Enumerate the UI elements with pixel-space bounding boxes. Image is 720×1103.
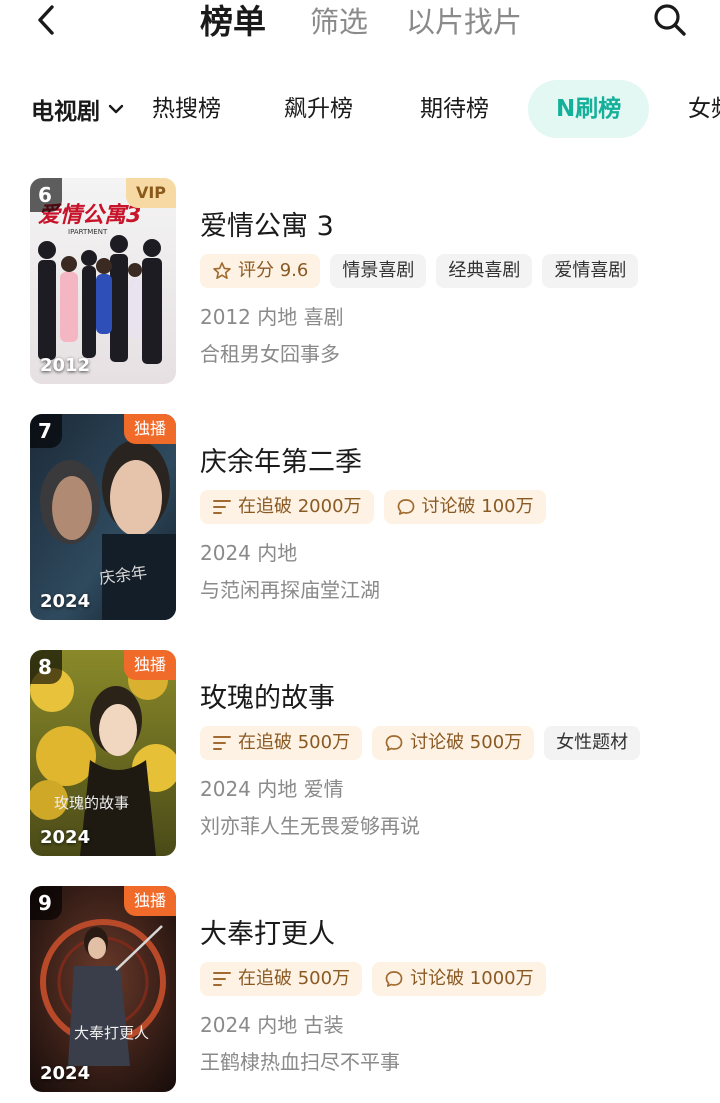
item-description: 合租男女囧事多: [200, 342, 340, 366]
rank-number: 9: [30, 886, 62, 920]
svg-text:IPARTMENT: IPARTMENT: [68, 228, 108, 236]
item-meta: 2024 内地: [200, 541, 298, 565]
list-icon: [212, 498, 232, 516]
tag-row: 在追破 500万 讨论破 1000万: [200, 962, 546, 996]
category-dropdown[interactable]: 电视剧: [31, 80, 124, 138]
rating-tag: 评分 9.6: [200, 254, 321, 288]
discussion-tag: 讨论破 1000万: [372, 962, 546, 996]
exclusive-badge: 独播: [123, 650, 176, 680]
svg-text:大奉打更人: 大奉打更人: [74, 1024, 149, 1042]
list-item[interactable]: 大奉打更人 9 独播 2024 大奉打更人 在追破 500万 讨论破 1000万…: [0, 886, 720, 1103]
tag-row: 在追破 2000万 讨论破 100万: [200, 490, 546, 524]
star-icon: [212, 261, 232, 281]
rank-number: 6: [30, 178, 62, 212]
item-title: 大奉打更人: [200, 919, 335, 950]
exclusive-badge: 独播: [123, 414, 176, 444]
poster-year: 2012: [40, 355, 91, 376]
poster-image[interactable]: 大奉打更人 9 独播 2024: [30, 886, 176, 1092]
list-item[interactable]: 庆余年 7 独播 2024 庆余年第二季 在追破 2000万 讨论破 100万 …: [0, 414, 720, 650]
followers-tag: 在追破 2000万: [200, 490, 374, 524]
search-button[interactable]: [648, 2, 692, 42]
category-label: 电视剧: [31, 99, 100, 125]
item-title: 玫瑰的故事: [200, 683, 335, 714]
item-description: 刘亦菲人生无畏爱够再说: [200, 814, 420, 838]
svg-text:玫瑰的故事: 玫瑰的故事: [54, 794, 129, 812]
list-item[interactable]: 玫瑰的故事 8 独播 2024 玫瑰的故事 在追破 500万 讨论破 500万 …: [0, 650, 720, 886]
genre-tag: 女性题材: [544, 726, 641, 760]
chevron-down-icon: [108, 104, 124, 114]
genre-tag: 爱情喜剧: [542, 254, 639, 288]
poster-image[interactable]: 庆余年 7 独播 2024: [30, 414, 176, 620]
poster-year: 2024: [40, 1063, 91, 1084]
tab-anticipated[interactable]: 期待榜: [420, 80, 489, 138]
vip-badge: VIP: [125, 178, 176, 208]
poster-image[interactable]: 爱情公寓3 IPARTMENT 6 VIP 2012: [30, 178, 176, 384]
item-meta: 2024 内地 古装: [200, 1013, 344, 1037]
item-meta: 2024 内地 爱情: [200, 777, 344, 801]
poster-year: 2024: [40, 591, 91, 612]
tag-row: 在追破 500万 讨论破 500万 女性题材: [200, 726, 641, 760]
followers-tag: 在追破 500万: [200, 962, 363, 996]
tab-find-by-film[interactable]: 以片找片: [406, 0, 522, 44]
rank-number: 8: [30, 650, 62, 684]
tab-hot-search[interactable]: 热搜榜: [152, 80, 221, 138]
item-description: 王鹤棣热血扫尽不平事: [200, 1050, 400, 1074]
discussion-tag: 讨论破 500万: [372, 726, 535, 760]
back-button[interactable]: [26, 2, 66, 42]
tab-female[interactable]: 女频: [688, 80, 720, 138]
poster-image[interactable]: 玫瑰的故事 8 独播 2024: [30, 650, 176, 856]
tab-rising[interactable]: 飙升榜: [284, 80, 353, 138]
list-icon: [212, 734, 232, 752]
tab-filter[interactable]: 筛选: [310, 0, 368, 44]
rank-number: 7: [30, 414, 62, 448]
item-description: 与范闲再探庙堂江湖: [200, 578, 380, 602]
discussion-tag: 讨论破 100万: [383, 490, 546, 524]
genre-tag: 经典喜剧: [436, 254, 533, 288]
followers-tag: 在追破 500万: [200, 726, 363, 760]
exclusive-badge: 独播: [123, 886, 176, 916]
tab-rankings[interactable]: 榜单: [200, 0, 266, 44]
search-icon: [652, 2, 688, 42]
ranking-tab-bar: 电视剧 热搜榜 飙升榜 期待榜 N刷榜 女频: [0, 80, 720, 138]
comment-icon: [384, 969, 404, 989]
ranking-list: 爱情公寓3 IPARTMENT 6 VIP 2012 爱情公寓 3 评分 9.6…: [0, 178, 720, 1103]
chevron-left-icon: [35, 4, 57, 40]
item-meta: 2012 内地 喜剧: [200, 305, 344, 329]
item-title: 爱情公寓 3: [200, 211, 334, 242]
poster-year: 2024: [40, 827, 91, 848]
item-title: 庆余年第二季: [200, 447, 362, 478]
tag-row: 评分 9.6 情景喜剧 经典喜剧 爱情喜剧: [200, 254, 639, 288]
tab-rewatch[interactable]: N刷榜: [528, 80, 650, 138]
top-header: 榜单 筛选 以片找片: [0, 0, 720, 50]
list-item[interactable]: 爱情公寓3 IPARTMENT 6 VIP 2012 爱情公寓 3 评分 9.6…: [0, 178, 720, 414]
comment-icon: [396, 497, 416, 517]
comment-icon: [384, 733, 404, 753]
genre-tag: 情景喜剧: [330, 254, 427, 288]
list-icon: [212, 970, 232, 988]
